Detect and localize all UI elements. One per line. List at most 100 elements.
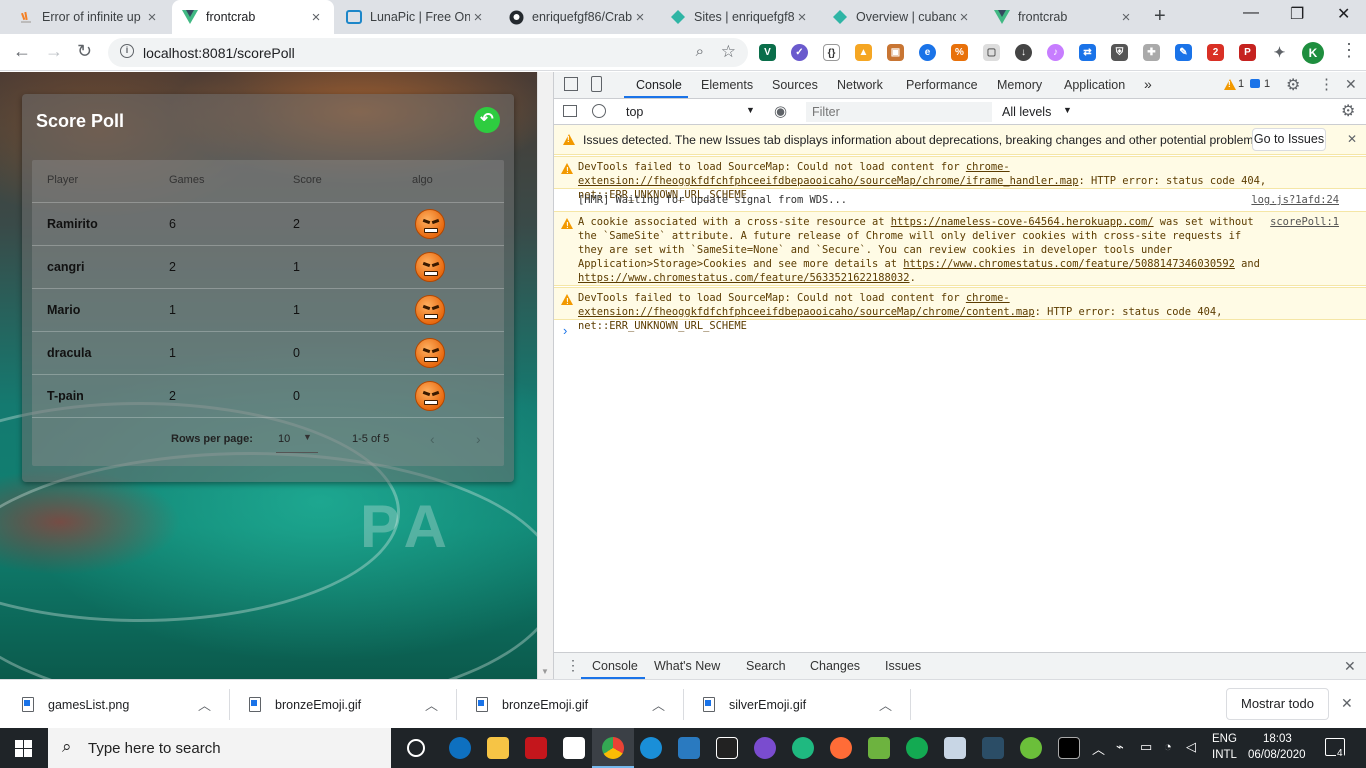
download-item[interactable]: gamesList.png ︿ <box>0 680 227 729</box>
column-header-algo[interactable]: algo <box>412 174 433 186</box>
clear-console-icon[interactable] <box>592 104 606 118</box>
column-header-games[interactable]: Games <box>169 174 204 186</box>
puzzle-extensions-icon[interactable]: ✦ <box>1271 44 1288 61</box>
edge-extension-icon[interactable]: e <box>919 44 936 61</box>
console-filter-input[interactable] <box>806 102 992 122</box>
app-icon[interactable] <box>1020 737 1042 759</box>
drawer-tab-issues[interactable]: Issues <box>885 659 921 673</box>
tab-memory[interactable]: Memory <box>997 78 1042 92</box>
close-icon[interactable]: × <box>144 9 160 26</box>
chevron-up-icon[interactable]: ︿ <box>879 695 892 714</box>
browser-tab[interactable]: frontcrab × <box>984 0 1144 34</box>
intellij-icon[interactable] <box>716 737 738 759</box>
app-icon[interactable] <box>944 737 966 759</box>
language-layout[interactable]: INTL <box>1212 749 1237 761</box>
console-log-message[interactable]: [HMR] Waiting for update signal from WDS… <box>554 190 1366 211</box>
taskbar-search-box[interactable]: ⌕ Type here to search <box>48 728 391 768</box>
reload-icon[interactable]: ↻ <box>77 41 92 62</box>
music-extension-icon[interactable]: ♪ <box>1047 44 1064 61</box>
minimize-icon[interactable]: — <box>1243 4 1259 22</box>
mcafee-icon[interactable] <box>525 737 547 759</box>
pdf-extension-icon[interactable]: P <box>1239 44 1256 61</box>
eye-icon[interactable]: ◉ <box>774 102 787 120</box>
forward-icon[interactable]: → <box>45 41 63 62</box>
close-icon[interactable]: × <box>794 9 810 26</box>
drawer-tab-search[interactable]: Search <box>746 659 786 673</box>
chromestatus-link[interactable]: https://www.chromestatus.com/feature/508… <box>903 258 1235 270</box>
chevron-up-icon[interactable]: ︿ <box>652 695 665 714</box>
menu-dots-icon[interactable]: ⋮ <box>1319 75 1334 93</box>
scroll-down-icon[interactable]: ▼ <box>541 667 549 676</box>
windows-start-icon[interactable] <box>15 740 32 757</box>
mongodb-compass-icon[interactable] <box>906 737 928 759</box>
language-code[interactable]: ENG <box>1212 733 1237 745</box>
close-icon[interactable]: × <box>1118 9 1134 26</box>
tab-application[interactable]: Application <box>1064 78 1125 92</box>
bookmark-star-icon[interactable]: ☆ <box>721 42 736 62</box>
extension-icon[interactable]: 2 <box>1207 44 1224 61</box>
inspect-element-icon[interactable] <box>564 77 578 91</box>
network-icon[interactable]: ◔ <box>1164 739 1172 754</box>
teamviewer-icon[interactable] <box>449 737 471 759</box>
address-bar[interactable]: i localhost:8081/scorePoll ⌕ ☆ <box>108 38 748 67</box>
coupon-extension-icon[interactable]: % <box>951 44 968 61</box>
browser-tab[interactable]: Error of infinite up × <box>8 0 170 34</box>
browser-tab-active[interactable]: frontcrab × <box>172 0 334 34</box>
extension-icon[interactable]: ▢ <box>983 44 1000 61</box>
tab-sources[interactable]: Sources <box>772 78 818 92</box>
download-item[interactable]: silverEmoji.gif ︿ <box>681 680 908 729</box>
table-row[interactable]: Mario 1 1 <box>32 288 504 331</box>
extension-icon[interactable]: ✓ <box>791 44 808 61</box>
info-count[interactable]: 1 <box>1264 78 1270 90</box>
download-item[interactable]: bronzeEmoji.gif ︿ <box>454 680 681 729</box>
browser-tab[interactable]: Overview | cubanc × <box>822 0 982 34</box>
chrome-icon[interactable] <box>602 737 624 759</box>
vue-devtools-extension-icon[interactable]: V <box>759 44 776 61</box>
vscode-icon[interactable] <box>678 737 700 759</box>
console-warning-message[interactable]: DevTools failed to load SourceMap: Could… <box>554 287 1366 332</box>
drawer-menu-icon[interactable]: ⋮ <box>566 657 580 674</box>
close-banner-icon[interactable]: ✕ <box>1347 132 1357 146</box>
rows-per-page-select[interactable]: 10 ▼ <box>276 427 318 453</box>
info-icon[interactable]: i <box>120 44 134 58</box>
back-button[interactable]: ↶ <box>474 107 500 133</box>
edge-icon[interactable] <box>640 737 662 759</box>
table-row[interactable]: T-pain 2 0 <box>32 374 504 417</box>
battery-icon[interactable]: ▭ <box>1140 739 1152 755</box>
message-source-link[interactable]: scorePoll:1 <box>1270 215 1339 229</box>
browser-tab[interactable]: Sites | enriquefgf8 × <box>660 0 820 34</box>
zoom-icon[interactable]: ⌕ <box>696 43 704 60</box>
show-all-button[interactable]: Mostrar todo <box>1226 688 1329 720</box>
close-downloads-icon[interactable]: ✕ <box>1341 695 1353 712</box>
tray-expand-icon[interactable]: ︿ <box>1092 739 1105 758</box>
file-explorer-icon[interactable] <box>487 737 509 759</box>
back-icon[interactable]: ← <box>13 41 31 62</box>
console-warning-message[interactable]: DevTools failed to load SourceMap: Could… <box>554 156 1366 201</box>
drawer-tab-console[interactable]: Console <box>592 659 638 673</box>
tab-performance[interactable]: Performance <box>906 78 978 92</box>
store-icon[interactable] <box>563 737 585 759</box>
heroku-link[interactable]: https://nameless-cove-64564.herokuapp.co… <box>891 216 1154 228</box>
postman-icon[interactable] <box>830 737 852 759</box>
settings-gear-icon[interactable]: ⚙ <box>1286 75 1300 95</box>
context-selector[interactable]: top ▼ <box>620 102 760 122</box>
console-warning-message[interactable]: A cookie associated with a cross-site re… <box>554 211 1366 286</box>
console-prompt-icon[interactable]: › <box>563 323 567 338</box>
close-icon[interactable]: × <box>470 9 486 26</box>
atom-icon[interactable] <box>792 737 814 759</box>
app-icon[interactable] <box>982 737 1004 759</box>
drawer-tab-changes[interactable]: Changes <box>810 659 860 673</box>
firebase-extension-icon[interactable]: ▲ <box>855 44 872 61</box>
chevron-up-icon[interactable]: ︿ <box>198 695 211 714</box>
download-item[interactable]: bronzeEmoji.gif ︿ <box>227 680 454 729</box>
page-scrollbar[interactable]: ▼ <box>537 72 553 679</box>
console-settings-gear-icon[interactable]: ⚙ <box>1341 101 1355 121</box>
chevron-up-icon[interactable]: ︿ <box>425 695 438 714</box>
table-row[interactable]: cangri 2 1 <box>32 245 504 288</box>
close-icon[interactable]: × <box>956 9 972 26</box>
download-extension-icon[interactable]: ↓ <box>1015 44 1032 61</box>
chevron-right-icon[interactable]: › <box>476 431 481 447</box>
extension-icon[interactable]: ▣ <box>887 44 904 61</box>
pen-extension-icon[interactable]: ✎ <box>1175 44 1192 61</box>
profile-avatar[interactable]: K <box>1302 42 1324 64</box>
